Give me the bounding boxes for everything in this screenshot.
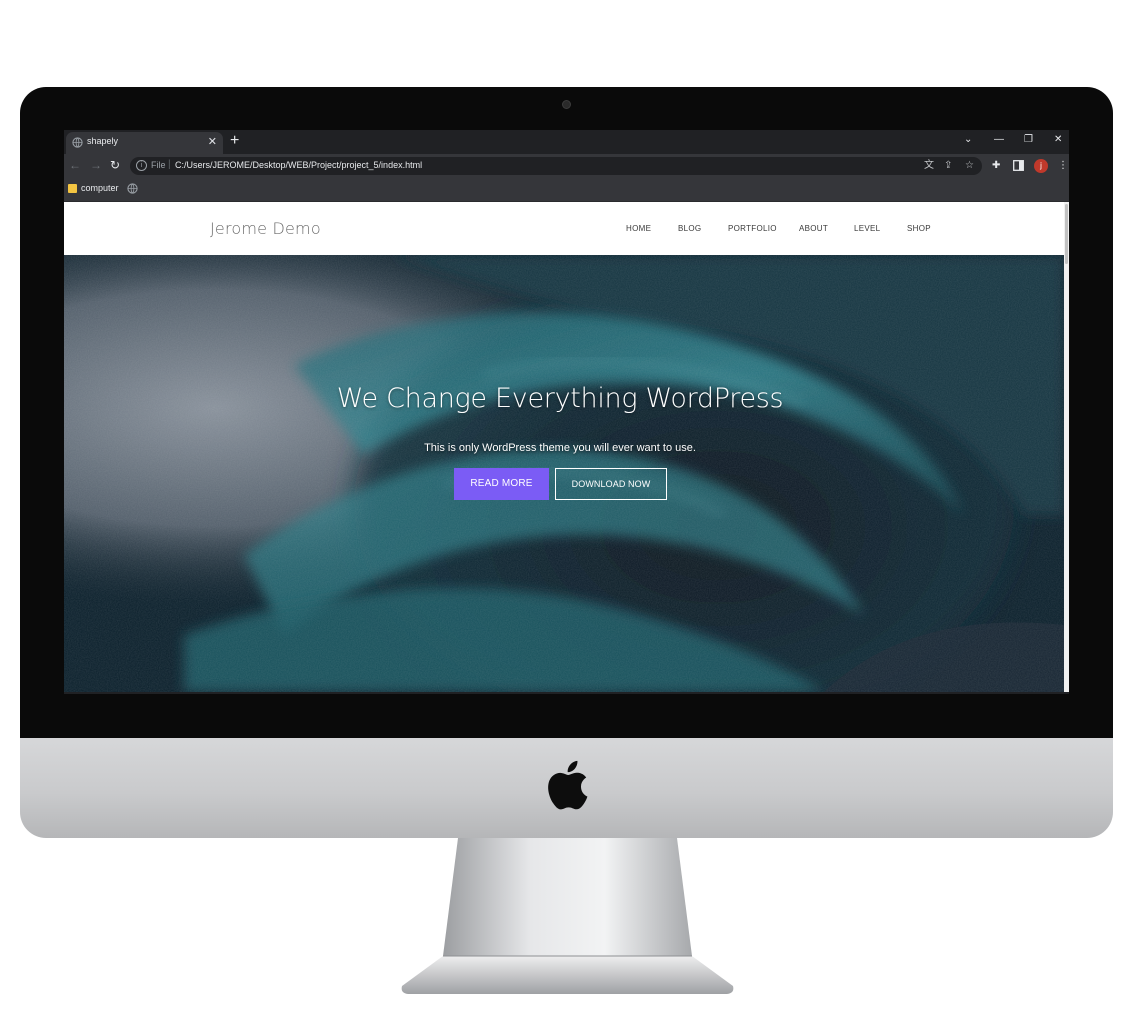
forward-arrow-icon[interactable]: → [90, 157, 102, 173]
profile-avatar[interactable]: j [1034, 159, 1048, 173]
nav-shop[interactable]: SHOP [907, 224, 931, 233]
tab-search-icon[interactable]: ⌄ [964, 132, 972, 148]
hero-subtitle: This is only WordPress theme you will ev… [424, 442, 696, 454]
folder-icon [68, 184, 77, 193]
nav-blog[interactable]: BLOG [678, 224, 701, 233]
address-bar[interactable]: i File | C:/Users/JEROME/Desktop/WEB/Pro… [130, 157, 982, 175]
reload-icon[interactable]: ↻ [110, 157, 120, 173]
browser-window: shapely ✕ + ⌄ — ❐ ✕ ← → ↻ i File | C:/Us… [64, 130, 1069, 694]
bookmark-star-icon[interactable]: ☆ [965, 160, 974, 172]
globe-icon[interactable] [127, 183, 138, 194]
kebab-menu-icon[interactable]: ⋮ [1058, 159, 1068, 173]
web-page: Jerome Demo HOME BLOG PORTFOLIO ABOUT LE… [64, 202, 1069, 692]
monitor-stand [401, 838, 734, 994]
minimize-button[interactable]: — [994, 132, 1004, 148]
tab-close-icon[interactable]: ✕ [208, 135, 217, 148]
scrollbar-thumb[interactable] [1065, 204, 1068, 264]
nav-level[interactable]: LEVEL [854, 224, 880, 233]
site-header: Jerome Demo HOME BLOG PORTFOLIO ABOUT LE… [64, 202, 1064, 255]
download-now-button[interactable]: DOWNLOAD NOW [555, 468, 667, 500]
nav-about[interactable]: ABOUT [799, 224, 828, 233]
info-icon[interactable]: i [136, 160, 147, 171]
side-panel-icon[interactable] [1013, 160, 1024, 171]
tab-strip: shapely ✕ + ⌄ — ❐ ✕ [64, 130, 1069, 154]
url-scheme: File [151, 160, 166, 170]
browser-tab[interactable]: shapely ✕ [66, 132, 223, 154]
hero-section: We Change Everything WordPress This is o… [64, 255, 1064, 692]
share-icon[interactable]: ⇪ [944, 160, 952, 172]
tab-title: shapely [87, 136, 119, 146]
read-more-button[interactable]: READ MORE [454, 468, 549, 500]
maximize-button[interactable]: ❐ [1024, 132, 1033, 148]
window-close-button[interactable]: ✕ [1054, 132, 1062, 148]
new-tab-button[interactable]: + [230, 131, 239, 151]
apple-logo-icon [548, 760, 588, 810]
page-scrollbar[interactable] [1064, 202, 1069, 692]
globe-icon [72, 137, 83, 148]
browser-toolbar: ← → ↻ i File | C:/Users/JEROME/Desktop/W… [64, 154, 1069, 178]
translate-icon[interactable]: 文 [924, 160, 934, 172]
bookmark-computer[interactable]: computer [81, 183, 119, 193]
hero-title: We Change Everything WordPress [336, 383, 784, 414]
url-separator: | [168, 159, 171, 170]
extensions-puzzle-icon[interactable]: ✚ [992, 159, 1000, 173]
nav-portfolio[interactable]: PORTFOLIO [728, 224, 777, 233]
nav-home[interactable]: HOME [626, 224, 651, 233]
back-arrow-icon[interactable]: ← [69, 157, 81, 173]
site-brand[interactable]: Jerome Demo [210, 219, 321, 238]
url-text[interactable]: C:/Users/JEROME/Desktop/WEB/Project/proj… [175, 160, 422, 170]
bookmarks-bar: computer [64, 178, 1069, 202]
webcam [562, 100, 571, 109]
